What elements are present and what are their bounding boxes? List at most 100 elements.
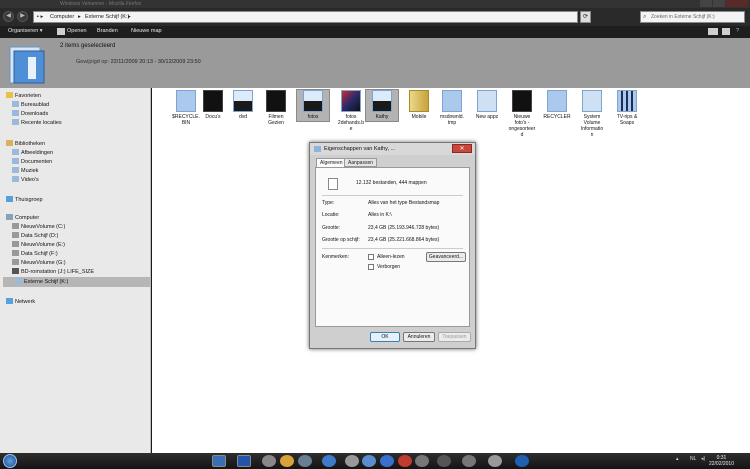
app-icon[interactable] bbox=[362, 455, 376, 467]
folder-item[interactable]: Docu's bbox=[197, 90, 229, 120]
burn-button[interactable]: Branden bbox=[97, 28, 118, 34]
general-panel: 12.132 bestanden, 444 mappen Type: Alles… bbox=[315, 167, 470, 327]
computer-icon bbox=[6, 214, 13, 220]
back-button[interactable]: ◀ bbox=[3, 11, 14, 22]
folder-item[interactable]: fotos 2dehands.b e bbox=[335, 90, 367, 132]
volume-icon[interactable]: ◂) bbox=[701, 456, 705, 462]
folder-icon bbox=[512, 90, 532, 112]
nav-computer[interactable]: Computer bbox=[6, 214, 39, 221]
ie-icon[interactable] bbox=[212, 455, 226, 467]
nav-network[interactable]: Netwerk bbox=[6, 298, 35, 305]
pictures-icon bbox=[12, 149, 19, 155]
advanced-button[interactable]: Geavanceerd... bbox=[426, 252, 466, 262]
folder-item[interactable]: fotos bbox=[296, 89, 330, 122]
dialog-close-button[interactable]: ✕ bbox=[452, 144, 472, 153]
size-label: Grootte: bbox=[322, 225, 341, 231]
cancel-button[interactable]: Annuleren bbox=[403, 332, 435, 342]
new-folder-button[interactable]: Nieuwe map bbox=[131, 28, 162, 34]
nav-downloads[interactable]: Downloads bbox=[12, 110, 48, 117]
address-bar[interactable]: ▪ ▸ Computer ▸ Externe Schijf (K:) ▸ bbox=[33, 11, 578, 23]
search-input[interactable]: ⌕ Zoeken in Externe Schijf (K:) bbox=[640, 11, 745, 23]
nav-music[interactable]: Muziek bbox=[12, 167, 38, 174]
folder-item[interactable]: Kathy bbox=[365, 89, 399, 122]
nav-pictures[interactable]: Afbeeldingen bbox=[12, 149, 53, 156]
app-icon[interactable] bbox=[515, 455, 529, 467]
folder-item[interactable]: New appz bbox=[471, 90, 503, 120]
media-player-icon[interactable] bbox=[322, 455, 336, 467]
nav-documents[interactable]: Documenten bbox=[12, 158, 52, 165]
folder-icon bbox=[442, 90, 462, 112]
nav-drive-d[interactable]: Data Schijf (D:) bbox=[12, 232, 58, 239]
app-icon[interactable] bbox=[345, 455, 359, 467]
drive-icon bbox=[15, 278, 22, 284]
folder-label: TV-rips & Soaps bbox=[616, 114, 638, 126]
app-icon[interactable] bbox=[437, 455, 451, 467]
folder-item[interactable]: System Volume Informatio n bbox=[576, 90, 608, 138]
nav-recent[interactable]: Recente locaties bbox=[12, 119, 62, 126]
breadcrumb-computer[interactable]: Computer bbox=[50, 14, 74, 20]
folder-icon bbox=[203, 90, 223, 112]
help-icon[interactable]: ? bbox=[736, 28, 739, 34]
app-icon[interactable] bbox=[298, 455, 312, 467]
nav-drive-j[interactable]: BD-romstation (J:) LIFE_SIZE bbox=[12, 268, 94, 275]
readonly-checkbox[interactable] bbox=[368, 254, 374, 260]
folder-item[interactable]: TV-rips & Soaps bbox=[611, 90, 643, 126]
view-options-icon[interactable] bbox=[708, 28, 718, 35]
breadcrumb-separator-icon: ▸ bbox=[128, 14, 131, 20]
app-icon[interactable] bbox=[462, 455, 476, 467]
details-header: 2 items geselecteerd Gewijzigd op: 22/11… bbox=[0, 38, 750, 88]
folder-item[interactable]: Mobile bbox=[403, 90, 435, 120]
nav-drive-k[interactable]: Externe Schijf (K:) bbox=[3, 277, 150, 287]
nav-drive-e[interactable]: NieuwVolume (E:) bbox=[12, 241, 65, 248]
drive-icon bbox=[12, 250, 19, 256]
refresh-icon[interactable]: ⟳ bbox=[580, 11, 591, 23]
folder-icon bbox=[582, 90, 602, 112]
ok-button[interactable]: OK bbox=[370, 332, 400, 342]
forward-button[interactable]: ▶ bbox=[17, 11, 28, 22]
nav-drive-c[interactable]: NieuwVolume (C:) bbox=[12, 223, 65, 230]
address-row: ◀ ▶ ▪ ▸ Computer ▸ Externe Schijf (K:) ▸… bbox=[0, 8, 750, 26]
folder-label: Nieuwe foto's - ongesorteer d bbox=[508, 114, 536, 138]
nav-drive-g[interactable]: NieuwVolume (G:) bbox=[12, 259, 66, 266]
clock[interactable]: 0:31 22/02/2010 bbox=[709, 455, 734, 467]
nav-drive-f[interactable]: Data Schijf (F:) bbox=[12, 250, 58, 257]
folder-icon bbox=[477, 90, 497, 112]
breadcrumb-drive[interactable]: Externe Schijf (K:) bbox=[85, 14, 129, 20]
folder-label: Kathy bbox=[375, 114, 389, 120]
maximize-button[interactable] bbox=[713, 0, 725, 7]
start-button[interactable] bbox=[3, 454, 17, 468]
folder-item[interactable]: dvd bbox=[227, 90, 259, 120]
folder-icon bbox=[372, 90, 392, 112]
app-icon[interactable] bbox=[415, 455, 429, 467]
apply-button[interactable]: Toepassen bbox=[438, 332, 471, 342]
folder-icon bbox=[176, 90, 196, 112]
folder-item[interactable]: Nieuwe foto's - ongesorteer d bbox=[506, 90, 538, 138]
organize-button[interactable]: Organiseren ▾ bbox=[8, 28, 43, 34]
nav-libraries[interactable]: Bibliotheken bbox=[6, 140, 45, 147]
app-icon[interactable] bbox=[262, 455, 276, 467]
tray-icons[interactable]: ▴ bbox=[676, 456, 679, 462]
type-label: Type: bbox=[322, 200, 335, 206]
app-icon[interactable] bbox=[488, 455, 502, 467]
folder-label: fotos 2dehands.b e bbox=[337, 114, 365, 132]
nav-homegroup[interactable]: Thuisgroep bbox=[6, 196, 43, 203]
minimize-button[interactable] bbox=[700, 0, 712, 7]
firefox-icon[interactable] bbox=[237, 455, 251, 467]
folder-item[interactable]: RECYCLER bbox=[541, 90, 573, 120]
nav-favorites[interactable]: Favorieten bbox=[6, 92, 41, 99]
folder-item[interactable]: Filmen Gezien bbox=[260, 90, 292, 126]
vlc-icon[interactable] bbox=[380, 455, 394, 467]
nav-desktop[interactable]: Bureaublad bbox=[12, 101, 49, 108]
drive-icon bbox=[12, 232, 19, 238]
explorer-icon[interactable] bbox=[280, 455, 294, 467]
tab-customize[interactable]: Aanpassen bbox=[344, 158, 378, 167]
folder-icon bbox=[266, 90, 286, 112]
language-indicator[interactable]: NL bbox=[690, 456, 696, 462]
app-icon[interactable] bbox=[398, 455, 412, 467]
open-button[interactable]: Openen bbox=[67, 28, 87, 34]
preview-pane-icon[interactable] bbox=[722, 28, 730, 35]
close-window-button[interactable] bbox=[726, 0, 748, 7]
folder-item[interactable]: msdownld. tmp bbox=[436, 90, 468, 126]
nav-videos[interactable]: Video's bbox=[12, 176, 39, 183]
hidden-checkbox[interactable] bbox=[368, 264, 374, 270]
